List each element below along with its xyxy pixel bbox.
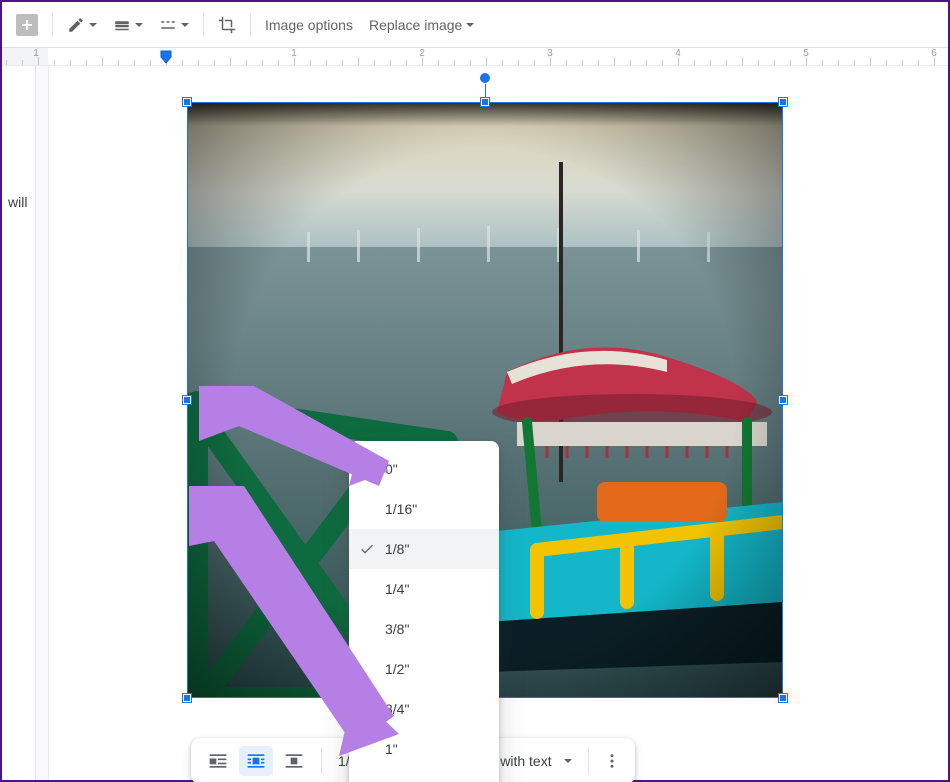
margin-menu-item[interactable]: Custom	[349, 769, 499, 782]
indent-marker[interactable]	[160, 50, 172, 62]
menu-item-label: 1/4"	[385, 581, 409, 597]
replace-image-button[interactable]: Replace image	[363, 10, 480, 40]
line-dash-icon	[159, 16, 177, 34]
plus-box-icon	[16, 14, 38, 36]
caret-down-icon	[181, 23, 189, 27]
pill-separator	[321, 748, 322, 774]
menu-item-label: 3/8"	[385, 621, 409, 637]
margin-menu-item[interactable]: 3/4"	[349, 689, 499, 729]
caret-down-icon	[89, 23, 97, 27]
margin-menu-item[interactable]: 1/8"	[349, 529, 499, 569]
caret-down-icon	[135, 23, 143, 27]
toolbar-separator	[52, 13, 53, 37]
crop-icon	[218, 16, 236, 34]
margin-menu-item[interactable]: 1/4"	[349, 569, 499, 609]
resize-handle-mt[interactable]	[481, 98, 489, 106]
wrap-text-button[interactable]	[239, 746, 273, 776]
wrap-text-icon	[246, 752, 266, 770]
document-page[interactable]: 1/8" margin Move with text 0"1/16"1/8"1/…	[48, 66, 948, 780]
rotate-handle[interactable]	[479, 72, 491, 84]
margin-menu: 0" 1/16" 1/8" 1/4" 3/8" 1/2" 3/4" 1" Custom	[349, 441, 499, 782]
border-weight-button[interactable]	[107, 10, 149, 40]
document-canvas: will	[2, 66, 948, 780]
menu-item-label: 1/8"	[385, 541, 409, 557]
crop-button[interactable]	[212, 10, 242, 40]
resize-handle-bl[interactable]	[183, 694, 191, 702]
menu-item-label: 0"	[385, 461, 398, 477]
toolbar-separator	[203, 13, 204, 37]
ruler-number: 1	[26, 48, 46, 59]
line-weight-icon	[113, 16, 131, 34]
image-options-label: Image options	[265, 17, 353, 33]
caret-down-icon	[466, 23, 474, 27]
wrap-inline-button[interactable]	[201, 746, 235, 776]
wrap-break-button[interactable]	[277, 746, 311, 776]
resize-handle-mr[interactable]	[779, 396, 787, 404]
menu-item-label: 1"	[385, 741, 398, 757]
margin-menu-item[interactable]: 0"	[349, 449, 499, 489]
pencil-icon	[67, 16, 85, 34]
margin-menu-item[interactable]: 1"	[349, 729, 499, 769]
caret-down-icon	[564, 759, 572, 763]
resize-handle-tl[interactable]	[183, 98, 191, 106]
horizontal-ruler[interactable]: 1123456	[2, 48, 948, 66]
menu-item-label: 1/16"	[385, 501, 417, 517]
new-comment-button[interactable]	[10, 10, 44, 40]
more-vert-icon	[603, 752, 621, 770]
resize-handle-br[interactable]	[779, 694, 787, 702]
resize-handle-ml[interactable]	[183, 396, 191, 404]
border-dash-button[interactable]	[153, 10, 195, 40]
replace-image-label: Replace image	[369, 17, 462, 33]
pill-separator	[588, 748, 589, 774]
image-options-button[interactable]: Image options	[259, 10, 359, 40]
border-color-button[interactable]	[61, 10, 103, 40]
check-icon	[359, 541, 375, 557]
resize-handle-tr[interactable]	[779, 98, 787, 106]
text-wrap-group	[199, 744, 313, 778]
toolbar: Image options Replace image	[2, 2, 948, 48]
toolbar-separator	[250, 13, 251, 37]
menu-item-label: 1/2"	[385, 661, 409, 677]
margin-menu-item[interactable]: 1/16"	[349, 489, 499, 529]
outline-panel: will	[2, 66, 36, 780]
wrap-break-icon	[284, 752, 304, 770]
wrap-inline-icon	[208, 752, 228, 770]
margin-menu-item[interactable]: 3/8"	[349, 609, 499, 649]
margin-menu-item[interactable]: 1/2"	[349, 649, 499, 689]
outline-text: will	[8, 194, 27, 210]
more-options-button[interactable]	[597, 746, 627, 776]
menu-item-label: 3/4"	[385, 701, 409, 717]
